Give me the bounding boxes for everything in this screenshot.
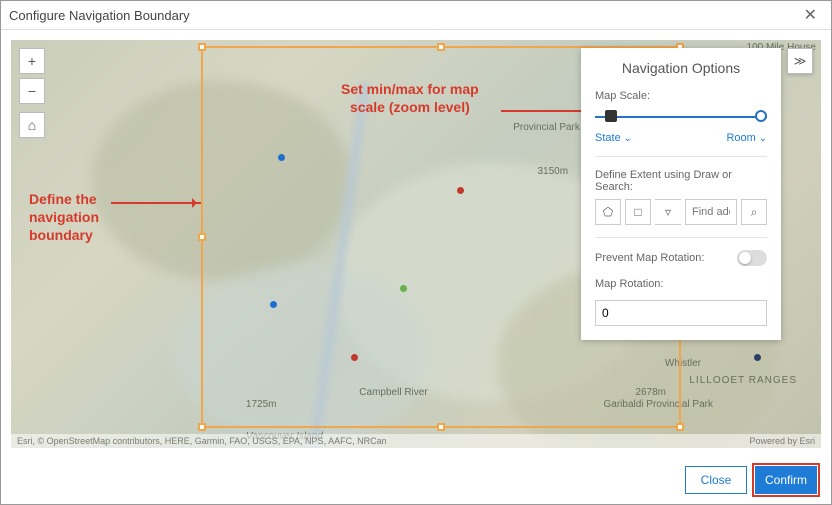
panel-collapse-button[interactable]: ≫ [787, 48, 813, 74]
navigation-options-panel: Navigation Options Map Scale: State Room… [581, 48, 781, 340]
attribution-bar: Esri, © OpenStreetMap contributors, HERE… [11, 434, 821, 448]
attribution-left: Esri, © OpenStreetMap contributors, HERE… [17, 436, 387, 446]
extent-dropdown-button[interactable]: ▿ [655, 199, 681, 225]
attribution-right: Powered by Esri [749, 436, 815, 446]
annotation-scale: Set min/max for map scale (zoom level) [341, 80, 479, 116]
confirm-button[interactable]: Confirm [755, 466, 817, 494]
draw-rectangle-button[interactable]: □ [625, 199, 651, 225]
dialog-footer: Close Confirm [1, 458, 831, 504]
resize-handle[interactable] [198, 233, 206, 241]
zoom-out-button[interactable]: − [19, 78, 45, 104]
divider [595, 156, 767, 157]
prevent-rotation-toggle[interactable] [737, 250, 767, 266]
resize-handle[interactable] [676, 423, 684, 431]
resize-handle[interactable] [198, 43, 206, 51]
scale-min-dropdown[interactable]: State [595, 132, 632, 144]
map-tools: + − ⌂ [19, 48, 45, 138]
annotation-boundary: Define the navigation boundary [29, 190, 99, 245]
prevent-rotation-row: Prevent Map Rotation: [595, 250, 767, 266]
slider-end-labels: State Room [595, 132, 767, 144]
panel-title: Navigation Options [595, 60, 767, 76]
zoom-in-button[interactable]: + [19, 48, 45, 74]
home-button[interactable]: ⌂ [19, 112, 45, 138]
map-canvas[interactable]: 100 Mile House Campbell River Vancouver … [11, 40, 821, 448]
close-icon[interactable]: ✕ [798, 5, 823, 25]
scale-max-dropdown[interactable]: Room [726, 132, 767, 144]
draw-polygon-button[interactable]: ⬠ [595, 199, 621, 225]
rotation-label: Map Rotation: [595, 278, 767, 290]
slider-min-thumb[interactable] [605, 110, 617, 122]
map-scale-slider[interactable] [595, 108, 767, 126]
resize-handle[interactable] [198, 423, 206, 431]
resize-handle[interactable] [437, 43, 445, 51]
search-icon[interactable]: ⌕ [741, 199, 767, 225]
extent-tools-row: ⬠ □ ▿ ⌕ [595, 199, 767, 225]
dialog-title: Configure Navigation Boundary [9, 8, 190, 23]
close-button[interactable]: Close [685, 466, 747, 494]
prevent-rotation-label: Prevent Map Rotation: [595, 252, 704, 264]
titlebar: Configure Navigation Boundary ✕ [1, 1, 831, 30]
dialog-frame: Configure Navigation Boundary ✕ 100 Mile… [0, 0, 832, 505]
extent-label: Define Extent using Draw or Search: [595, 169, 767, 193]
map-rotation-input[interactable] [595, 300, 767, 326]
annotation-arrow-icon [111, 202, 201, 204]
map-label-lillooet: LILLOOET RANGES [689, 375, 797, 386]
map-scale-label: Map Scale: [595, 90, 767, 102]
divider [595, 237, 767, 238]
address-search-input[interactable] [685, 199, 737, 225]
slider-max-thumb[interactable] [755, 110, 767, 122]
slider-track [595, 116, 767, 118]
resize-handle[interactable] [437, 423, 445, 431]
